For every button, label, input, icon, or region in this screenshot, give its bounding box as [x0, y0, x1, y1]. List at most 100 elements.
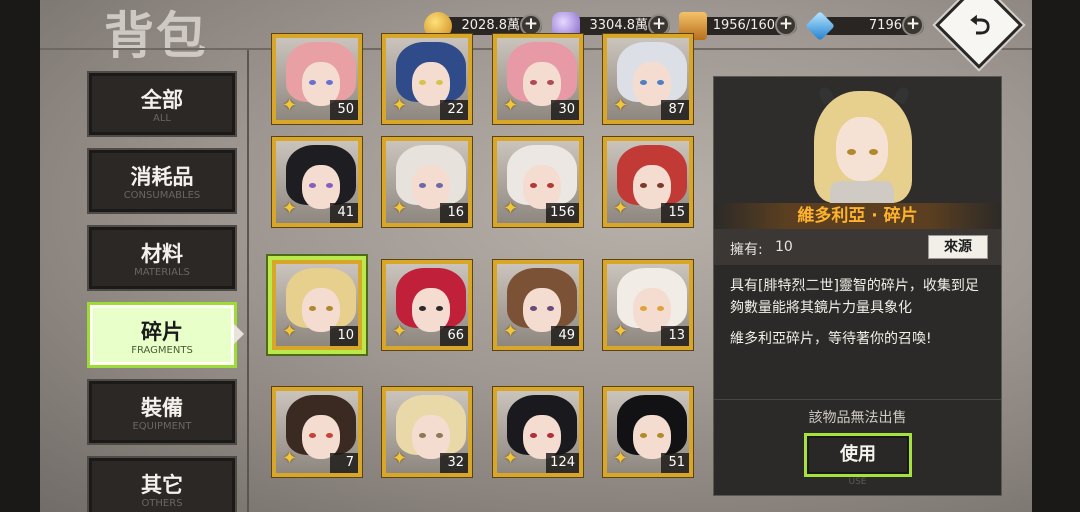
- active-category-arrow: [234, 324, 244, 344]
- fragment-count: 66: [440, 326, 468, 346]
- puzzle-piece-icon: ✦: [282, 448, 298, 469]
- left-border: [0, 0, 40, 512]
- fragment-item[interactable]: ✦ 10: [272, 260, 362, 350]
- fragment-count: 124: [546, 453, 579, 473]
- category-equipment[interactable]: 裝備 EQUIPMENT: [87, 379, 237, 445]
- fragment-item[interactable]: ✦ 50: [272, 34, 362, 124]
- category-materials[interactable]: 材料 MATERIALS: [87, 225, 237, 291]
- fragment-count: 51: [661, 453, 689, 473]
- category-sublabel: CONSUMABLES: [123, 190, 201, 201]
- fragment-count: 32: [440, 453, 468, 473]
- category-label: 全部: [141, 88, 183, 112]
- fragment-count: 22: [440, 100, 468, 120]
- category-label: 材料: [141, 242, 183, 266]
- character-portrait: [714, 77, 1001, 203]
- category-sublabel: MATERIALS: [134, 267, 190, 278]
- character-eye: [657, 80, 664, 85]
- puzzle-piece-icon: ✦: [613, 321, 629, 342]
- fragment-count: 87: [661, 100, 689, 120]
- use-button-sublabel: USE: [848, 477, 867, 487]
- character-eye: [640, 80, 647, 85]
- page-title: 背包: [104, 6, 208, 65]
- category-sublabel: OTHERS: [141, 498, 183, 509]
- right-border: [1032, 0, 1080, 512]
- puzzle-piece-icon: ✦: [613, 95, 629, 116]
- category-sublabel: ALL: [153, 113, 171, 124]
- fragment-count: 10: [330, 326, 358, 346]
- character-eye: [419, 183, 426, 188]
- puzzle-piece-icon: ✦: [503, 198, 519, 219]
- fragment-count: 49: [551, 326, 579, 346]
- fragment-item[interactable]: ✦ 16: [382, 137, 472, 227]
- detail-panel: 維多利亞 · 碎片 擁有: 10 來源 具有[腓特烈二世]靈智的碎片，收集到足夠…: [713, 76, 1002, 496]
- character-eye: [309, 80, 316, 85]
- use-button[interactable]: 使用: [804, 433, 912, 477]
- portrait-face: [836, 117, 888, 181]
- fragment-count: 50: [330, 100, 358, 120]
- add-bag-button[interactable]: +: [775, 14, 797, 36]
- character-eye: [309, 183, 316, 188]
- portrait-eye: [847, 149, 856, 155]
- character-eye: [530, 433, 537, 438]
- add-diamond-button[interactable]: +: [902, 14, 924, 36]
- source-button[interactable]: 來源: [928, 235, 988, 259]
- category-consumables[interactable]: 消耗品 CONSUMABLES: [87, 148, 237, 214]
- character-eye: [657, 183, 664, 188]
- puzzle-piece-icon: ✦: [613, 448, 629, 469]
- character-eye: [640, 433, 647, 438]
- character-eye: [436, 80, 443, 85]
- character-eye: [419, 80, 426, 85]
- puzzle-piece-icon: ✦: [503, 95, 519, 116]
- resource-diamond: 7196 +: [805, 11, 926, 41]
- portrait-eye: [869, 149, 878, 155]
- category-label: 裝備: [141, 396, 183, 420]
- fragment-item[interactable]: ✦ 32: [382, 387, 472, 477]
- fragment-count: 7: [330, 453, 358, 473]
- fragment-item[interactable]: ✦ 41: [272, 137, 362, 227]
- fragment-count: 13: [661, 326, 689, 346]
- character-eye: [530, 306, 537, 311]
- cannot-sell-notice: 該物品無法出售: [808, 410, 907, 426]
- puzzle-piece-icon: ✦: [282, 321, 298, 342]
- add-crystal-button[interactable]: +: [648, 14, 670, 36]
- category-others[interactable]: 其它 OTHERS: [87, 456, 237, 512]
- fragment-item[interactable]: ✦ 51: [603, 387, 693, 477]
- back-arrow-icon[interactable]: ⮌: [962, 8, 998, 44]
- fragment-item[interactable]: ✦ 49: [493, 260, 583, 350]
- fragment-item[interactable]: ✦ 124: [493, 387, 583, 477]
- character-eye: [530, 80, 537, 85]
- category-all[interactable]: 全部 ALL: [87, 71, 237, 137]
- fragment-count: 41: [330, 203, 358, 223]
- fragment-item[interactable]: ✦ 15: [603, 137, 693, 227]
- character-eye: [419, 306, 426, 311]
- fragment-item[interactable]: ✦ 13: [603, 260, 693, 350]
- puzzle-piece-icon: ✦: [613, 198, 629, 219]
- character-eye: [436, 306, 443, 311]
- category-sublabel: EQUIPMENT: [132, 421, 192, 432]
- puzzle-piece-icon: ✦: [282, 95, 298, 116]
- fragment-item[interactable]: ✦ 87: [603, 34, 693, 124]
- character-eye: [640, 183, 647, 188]
- character-eye: [309, 306, 316, 311]
- character-eye: [547, 183, 554, 188]
- fragment-item[interactable]: ✦ 7: [272, 387, 362, 477]
- list-divider: [247, 50, 249, 512]
- puzzle-piece-icon: ✦: [392, 321, 408, 342]
- category-label: 其它: [141, 473, 183, 497]
- category-fragments[interactable]: 碎片 FRAGMENTS: [87, 302, 237, 368]
- character-eye: [657, 433, 664, 438]
- character-eye: [419, 433, 426, 438]
- character-eye: [640, 306, 647, 311]
- category-sublabel: FRAGMENTS: [131, 345, 193, 356]
- fragment-item[interactable]: ✦ 156: [493, 137, 583, 227]
- item-name: 維多利亞 · 碎片: [714, 203, 1001, 229]
- fragment-item[interactable]: ✦ 22: [382, 34, 472, 124]
- owned-label: 擁有:: [730, 242, 763, 258]
- add-gold-button[interactable]: +: [520, 14, 542, 36]
- diamond-icon: [805, 11, 835, 41]
- fragment-item[interactable]: ✦ 30: [493, 34, 583, 124]
- fragment-item[interactable]: ✦ 66: [382, 260, 472, 350]
- puzzle-piece-icon: ✦: [503, 448, 519, 469]
- fragment-count: 16: [440, 203, 468, 223]
- panel-divider: [714, 399, 1001, 400]
